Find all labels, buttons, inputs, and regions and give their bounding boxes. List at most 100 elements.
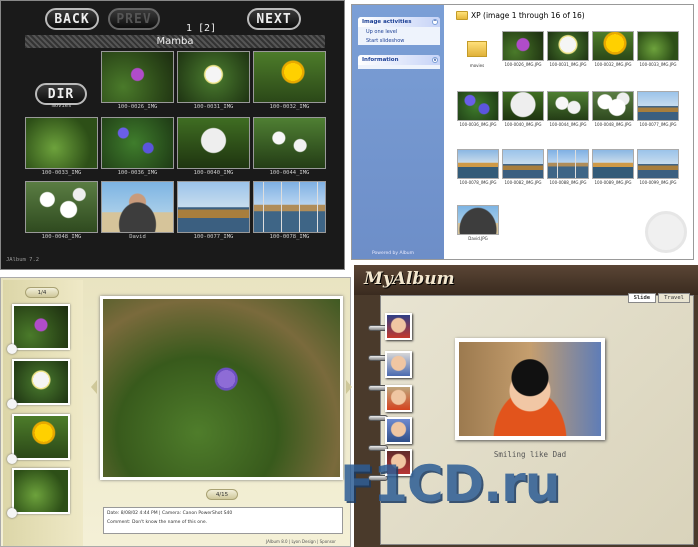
- xp-item[interactable]: 100-0033_IMG.JPG: [637, 31, 679, 67]
- previous-arrow-icon[interactable]: [91, 380, 97, 394]
- image-activities-box: Image activities ^ Up one level Start sl…: [358, 17, 440, 45]
- task-pane: Image activities ^ Up one level Start sl…: [352, 5, 444, 259]
- thumbnail-caption: 100-0033_IMG: [41, 170, 82, 176]
- next-arrow-icon[interactable]: [346, 380, 352, 394]
- xp-item-caption: 100-0078_IMG.JPG: [459, 180, 497, 185]
- photo: [177, 51, 250, 103]
- screenshot-collage: BACK PREV NEXT 1 [2] Mamba DIR movies 10…: [0, 0, 698, 547]
- xp-item[interactable]: David.JPG: [457, 205, 499, 241]
- version-label: JAlbum 7.2: [6, 257, 40, 263]
- photo-info: Date: 8/08/02 4:44 PM | Camera: Canon Po…: [103, 507, 343, 534]
- strip-photo[interactable]: [385, 417, 412, 444]
- thumbnail[interactable]: 100-0031_IMG: [177, 51, 250, 113]
- tab-slide[interactable]: Slide: [627, 293, 657, 303]
- xp-item[interactable]: 100-0044_IMG.JPG: [547, 91, 589, 127]
- thumbnail[interactable]: 100-0077_IMG: [177, 181, 250, 243]
- photo: [637, 31, 679, 61]
- thumbnail-caption: 100-0036_IMG: [117, 170, 158, 176]
- thumbnail[interactable]: 100-0032_IMG: [253, 51, 326, 113]
- xp-item-caption: 100-0033_IMG.JPG: [639, 62, 677, 67]
- xp-item[interactable]: 100-0048_IMG.JPG: [592, 91, 634, 127]
- xp-item[interactable]: 100-0026_IMG.JPG: [502, 31, 544, 67]
- photo: [502, 149, 544, 179]
- thumbnail[interactable]: David: [101, 181, 174, 243]
- xp-item[interactable]: 100-0032_IMG.JPG: [592, 31, 634, 67]
- album-tabs: Slide Travel: [627, 293, 690, 303]
- strip-photo[interactable]: [385, 385, 412, 412]
- folder-title-text: XP (image 1 through 16 of 16): [471, 11, 585, 20]
- photo: [547, 91, 589, 121]
- strip-thumbnail[interactable]: [12, 304, 70, 350]
- myalbum-logo: MyAlbum: [364, 269, 455, 289]
- photo: [547, 149, 589, 179]
- thumbnail-caption: 100-0031_IMG: [193, 104, 234, 110]
- xp-item[interactable]: 100-0078_IMG.JPG: [457, 149, 499, 185]
- main-photo: [455, 338, 605, 440]
- photo: [637, 91, 679, 121]
- xp-item-caption: movies: [469, 63, 485, 68]
- thumbnail[interactable]: 100-0044_IMG: [253, 117, 326, 179]
- thumbnail-pager[interactable]: 1/4: [25, 287, 59, 298]
- album-title-bar: Mamba: [25, 35, 325, 48]
- thumbnail-caption: 100-0040_IMG: [193, 170, 234, 176]
- back-button[interactable]: BACK: [45, 8, 99, 30]
- xp-item-caption: 100-0032_IMG.JPG: [594, 62, 632, 67]
- thumbnail-caption: movies: [51, 103, 72, 109]
- photo: [25, 181, 98, 233]
- strip-thumbnail[interactable]: [12, 468, 70, 514]
- prev-button[interactable]: PREV: [108, 8, 160, 30]
- photo: [177, 181, 250, 233]
- thumbnail[interactable]: 100-0026_IMG: [101, 51, 174, 113]
- dir-button[interactable]: DIR: [35, 83, 87, 105]
- photo-info-line: Date: 8/08/02 4:44 PM | Camera: Canon Po…: [107, 511, 233, 516]
- xp-item-caption: 100-0031_IMG.JPG: [549, 62, 587, 67]
- powered-by-text: Powered by: [372, 251, 399, 256]
- collapse-icon[interactable]: ^: [432, 19, 438, 25]
- thumbnail[interactable]: 100-0040_IMG: [177, 117, 250, 179]
- photo-comment: Comment: Don't know the name of this one…: [107, 520, 208, 525]
- photo: [547, 31, 589, 61]
- mamba-album-panel: BACK PREV NEXT 1 [2] Mamba DIR movies 10…: [0, 0, 345, 270]
- image-activities-header[interactable]: Image activities ^: [358, 17, 440, 27]
- powered-by: Powered by Album: [372, 251, 414, 256]
- thumbnail-caption: 100-0032_IMG: [269, 104, 310, 110]
- thumbnail[interactable]: 100-0033_IMG: [25, 117, 98, 179]
- clip-icon: [7, 344, 17, 354]
- xp-item[interactable]: 100-0099_IMG.JPG: [637, 149, 679, 185]
- xp-item[interactable]: 100-0040_IMG.JPG: [502, 91, 544, 127]
- thumbnail[interactable]: 100-0048_IMG: [25, 181, 98, 243]
- photo: [457, 205, 499, 235]
- xp-item[interactable]: 100-0088_IMG.JPG: [547, 149, 589, 185]
- xp-album-panel: Image activities ^ Up one level Start sl…: [351, 4, 694, 260]
- main-photo: [100, 296, 343, 480]
- thumbnail-caption: 100-0044_IMG: [269, 170, 310, 176]
- green-album-panel: 1/4 4/15 Date: 8/08/02 4:44 PM | Camera:…: [0, 277, 351, 547]
- xp-item[interactable]: movies: [456, 33, 498, 68]
- up-one-level-link[interactable]: Up one level: [358, 27, 440, 36]
- information-header[interactable]: Information v: [358, 55, 440, 65]
- xp-item[interactable]: 100-0089_IMG.JPG: [592, 149, 634, 185]
- strip-thumbnail[interactable]: [12, 359, 70, 405]
- image-pager[interactable]: 4/15: [206, 489, 238, 500]
- photo: [502, 31, 544, 61]
- photo: [101, 51, 174, 103]
- start-slideshow-link[interactable]: Start slideshow: [358, 36, 440, 45]
- xp-item[interactable]: 100-0082_IMG.JPG: [502, 149, 544, 185]
- strip-thumbnail[interactable]: [12, 414, 70, 460]
- xp-item-caption: 100-0082_IMG.JPG: [504, 180, 542, 185]
- xp-item-caption: 100-0040_IMG.JPG: [504, 122, 542, 127]
- thumbnail[interactable]: 100-0036_IMG: [101, 117, 174, 179]
- tab-travel[interactable]: Travel: [658, 293, 690, 303]
- xp-item[interactable]: 100-0036_IMG.JPG: [457, 91, 499, 127]
- thumbnail[interactable]: 100-0078_IMG: [253, 181, 326, 243]
- strip-photo[interactable]: [385, 351, 412, 378]
- xp-item[interactable]: 100-0031_IMG.JPG: [547, 31, 589, 67]
- photo: [592, 149, 634, 179]
- photo: [253, 117, 326, 169]
- strip-photo[interactable]: [385, 313, 412, 340]
- xp-item[interactable]: 100-0077_IMG.JPG: [637, 91, 679, 127]
- expand-icon[interactable]: v: [432, 57, 438, 63]
- next-button[interactable]: NEXT: [247, 8, 301, 30]
- photo: [101, 181, 174, 233]
- xp-item-caption: 100-0036_IMG.JPG: [459, 122, 497, 127]
